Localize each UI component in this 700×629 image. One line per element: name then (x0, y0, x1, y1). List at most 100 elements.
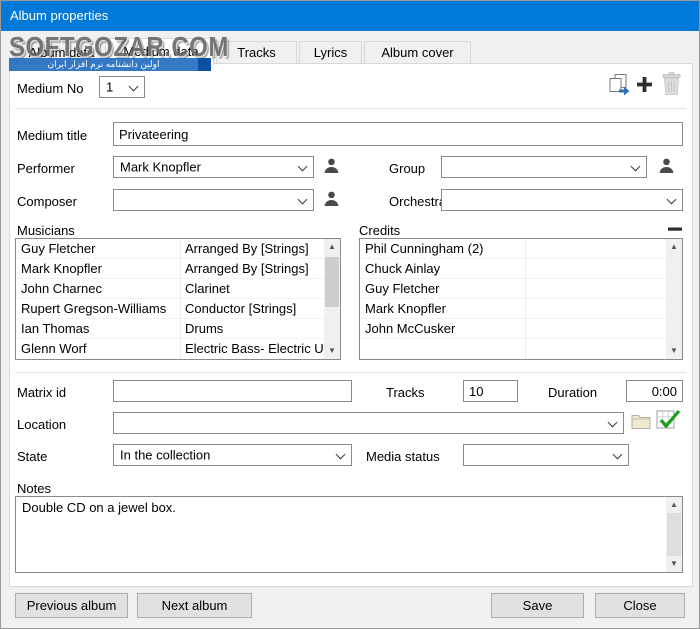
separator (15, 108, 686, 109)
list-item[interactable]: Ian Thomas Drums (16, 319, 340, 339)
notes-input[interactable]: Double CD on a jewel box. ▲ ▼ (15, 496, 683, 573)
duration-input[interactable] (626, 380, 683, 402)
musician-name: Rupert Gregson-Williams (21, 299, 166, 319)
matrix-id-input[interactable] (113, 380, 352, 402)
person-icon (323, 157, 340, 177)
musician-role: Arranged By [Strings] (185, 239, 309, 259)
list-item[interactable]: Rupert Gregson-Williams Conductor [Strin… (16, 299, 340, 319)
orchestra-select[interactable] (441, 189, 683, 211)
remove-credit-button[interactable] (666, 223, 683, 238)
list-item[interactable]: John McCusker (360, 319, 682, 339)
scroll-thumb[interactable] (667, 513, 681, 556)
minus-icon (667, 222, 683, 239)
credits-scrollbar[interactable]: ▲ ▼ (666, 239, 682, 359)
musician-name: Guy Fletcher (21, 239, 95, 259)
list-item[interactable]: Mark Knopfler Arranged By [Strings] (16, 259, 340, 279)
album-properties-window: Album properties Album data Medium data … (0, 0, 700, 629)
medium-title-label: Medium title (17, 128, 87, 143)
scroll-down-arrow[interactable]: ▼ (666, 556, 682, 572)
performer-value: Mark Knopfler (120, 160, 201, 175)
musicians-label: Musicians (17, 223, 75, 238)
group-select[interactable] (441, 156, 647, 178)
person-icon (658, 157, 675, 177)
scroll-up-arrow[interactable]: ▲ (666, 497, 682, 513)
medium-no-select[interactable]: 1 (99, 76, 145, 98)
tab-tracks[interactable]: Tracks (216, 41, 297, 64)
tab-lyrics[interactable]: Lyrics (299, 41, 362, 64)
tab-medium-data[interactable]: Medium data (108, 38, 214, 65)
media-status-label: Media status (366, 449, 440, 464)
notes-label: Notes (17, 481, 51, 496)
medium-title-input[interactable] (113, 122, 683, 146)
tab-album-data[interactable]: Album data (17, 41, 106, 64)
chevron-down-icon (631, 162, 641, 172)
plus-icon (635, 75, 654, 97)
credits-label: Credits (359, 223, 400, 238)
chevron-down-icon (298, 195, 308, 205)
musician-role: Drums (185, 319, 223, 339)
performer-select[interactable]: Mark Knopfler (113, 156, 314, 178)
tracks-label: Tracks (386, 385, 425, 400)
chevron-down-icon (613, 450, 623, 460)
location-select[interactable] (113, 412, 624, 434)
tab-album-cover[interactable]: Album cover (364, 41, 471, 64)
tracks-input[interactable] (463, 380, 518, 402)
chevron-down-icon (336, 450, 346, 460)
credits-list[interactable]: Phil Cunningham (2) Chuck Ainlay Guy Fle… (359, 238, 683, 360)
group-person-button[interactable] (654, 155, 678, 179)
save-button[interactable]: Save (491, 593, 584, 618)
composer-person-button[interactable] (319, 188, 343, 212)
musician-role: Arranged By [Strings] (185, 259, 309, 279)
list-item[interactable]: Glenn Worf Electric Bass- Electric Uprig… (16, 339, 340, 359)
musician-name: Mark Knopfler (21, 259, 102, 279)
scroll-up-arrow[interactable]: ▲ (324, 239, 340, 255)
browse-folder-button[interactable] (630, 413, 651, 432)
musician-name: Ian Thomas (21, 319, 89, 339)
performer-label: Performer (17, 161, 75, 176)
medium-no-value: 1 (106, 80, 113, 95)
copy-medium-icon (605, 72, 631, 101)
column-divider (525, 239, 526, 359)
list-item[interactable]: Mark Knopfler (360, 299, 682, 319)
scroll-down-arrow[interactable]: ▼ (324, 343, 340, 359)
scroll-thumb[interactable] (325, 257, 339, 307)
orchestra-label: Orchestra (389, 194, 446, 209)
list-item[interactable]: Phil Cunningham (2) (360, 239, 682, 259)
group-label: Group (389, 161, 425, 176)
list-item[interactable]: Guy Fletcher (360, 279, 682, 299)
list-item[interactable]: John Charnec Clarinet (16, 279, 340, 299)
musicians-list[interactable]: Guy Fletcher Arranged By [Strings] Mark … (15, 238, 341, 360)
add-medium-button[interactable] (634, 76, 654, 96)
next-album-button[interactable]: Next album (137, 593, 252, 618)
list-item[interactable]: Guy Fletcher Arranged By [Strings] (16, 239, 340, 259)
musician-role: Clarinet (185, 279, 230, 299)
credit-name: Phil Cunningham (2) (365, 239, 484, 259)
musician-name: John Charnec (21, 279, 102, 299)
notes-scrollbar[interactable]: ▲ ▼ (666, 497, 682, 572)
previous-album-button[interactable]: Previous album (15, 593, 128, 618)
credit-name: Guy Fletcher (365, 279, 439, 299)
performer-person-button[interactable] (319, 155, 343, 179)
credit-name: Mark Knopfler (365, 299, 446, 319)
verify-location-button[interactable] (654, 409, 681, 435)
chevron-down-icon (298, 162, 308, 172)
scroll-down-arrow[interactable]: ▼ (666, 343, 682, 359)
musician-role: Electric Bass- Electric Uprigl (185, 339, 340, 359)
scroll-up-arrow[interactable]: ▲ (666, 239, 682, 255)
folder-icon (631, 413, 651, 433)
matrix-id-label: Matrix id (17, 385, 66, 400)
copy-to-medium-button[interactable] (604, 72, 632, 100)
column-divider (180, 239, 181, 359)
location-label: Location (17, 417, 66, 432)
musicians-scrollbar[interactable]: ▲ ▼ (324, 239, 340, 359)
delete-medium-button[interactable] (659, 71, 683, 99)
composer-select[interactable] (113, 189, 314, 211)
media-status-select[interactable] (463, 444, 629, 466)
state-value: In the collection (120, 448, 210, 463)
close-button[interactable]: Close (595, 593, 685, 618)
composer-label: Composer (17, 194, 77, 209)
state-select[interactable]: In the collection (113, 444, 352, 466)
chevron-down-icon (129, 82, 139, 92)
list-item[interactable]: Chuck Ainlay (360, 259, 682, 279)
title-bar[interactable]: Album properties (1, 1, 699, 31)
